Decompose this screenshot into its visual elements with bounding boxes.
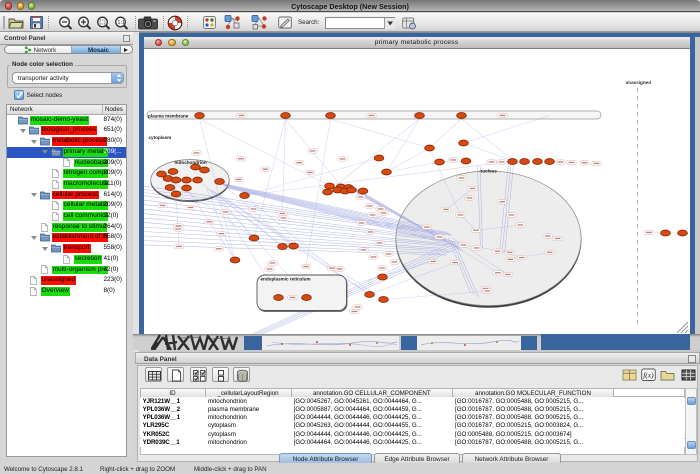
svg-text:nucleus: nucleus <box>479 169 497 174</box>
svg-text:1:1: 1:1 <box>117 20 125 26</box>
svg-text:unassigned: unassigned <box>625 80 651 85</box>
svg-text:plasma membrane: plasma membrane <box>148 113 189 118</box>
svg-text:f(x): f(x) <box>643 371 654 380</box>
svg-text:mitochondrion: mitochondrion <box>174 160 206 165</box>
svg-text:endoplasmic reticulum: endoplasmic reticulum <box>260 277 310 282</box>
svg-text:cytoplasm: cytoplasm <box>148 135 171 140</box>
